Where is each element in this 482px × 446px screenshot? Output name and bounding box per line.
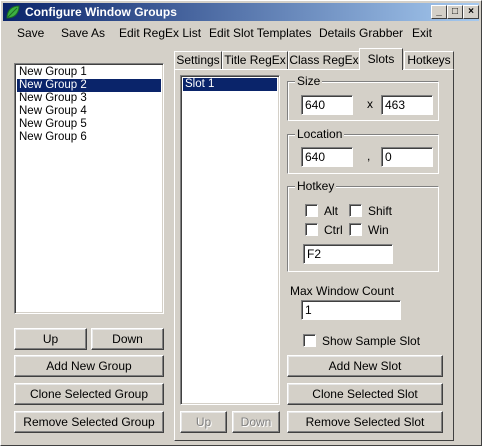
tab-class-regex[interactable]: Class RegEx	[288, 51, 360, 69]
size-height-input[interactable]: 463	[381, 95, 433, 115]
menu-edit-slot-templates[interactable]: Edit Slot Templates	[209, 26, 312, 40]
add-new-slot-button[interactable]: Add New Slot	[287, 355, 443, 377]
clone-selected-group-button[interactable]: Clone Selected Group	[14, 383, 164, 405]
location-x-input[interactable]: 640	[301, 147, 353, 167]
configure-window-groups-window: Configure Window Groups _ □ × Save Save …	[0, 0, 482, 446]
slot-down-label: Down	[240, 415, 272, 429]
remove-selected-group-label: Remove Selected Group	[23, 415, 155, 429]
group-up-label: Up	[42, 332, 59, 346]
size-width-input[interactable]: 640	[301, 95, 353, 115]
tab-class-regex-label: Class RegEx	[289, 53, 359, 67]
maximize-icon: □	[451, 6, 459, 17]
alt-checkbox[interactable]	[305, 204, 318, 217]
size-separator: x	[367, 97, 373, 111]
ctrl-label: Ctrl	[324, 223, 343, 237]
add-new-group-label: Add New Group	[46, 359, 132, 373]
group-list-item[interactable]: New Group 3	[17, 92, 161, 105]
tab-title-regex[interactable]: Title RegEx	[222, 51, 288, 69]
slot-up-label: Up	[195, 415, 212, 429]
slot-up-button[interactable]: Up	[180, 411, 227, 433]
win-checkbox[interactable]	[349, 223, 362, 236]
location-separator: ,	[367, 149, 371, 163]
max-window-count-label: Max Window Count	[290, 284, 395, 298]
group-list-item-selected[interactable]: New Group 2	[17, 79, 161, 92]
win-label: Win	[368, 223, 389, 237]
remove-selected-slot-button[interactable]: Remove Selected Slot	[287, 411, 443, 433]
group-list-item[interactable]: New Group 1	[17, 66, 161, 79]
title-bar[interactable]: Configure Window Groups _ □ ×	[3, 3, 479, 21]
minimize-button[interactable]: _	[431, 5, 447, 19]
remove-selected-group-button[interactable]: Remove Selected Group	[14, 411, 164, 433]
menu-save-as[interactable]: Save As	[61, 26, 105, 40]
menu-save[interactable]: Save	[17, 26, 44, 40]
clone-selected-slot-label: Clone Selected Slot	[312, 387, 418, 401]
tab-slots-label: Slots	[367, 52, 395, 66]
clone-selected-group-label: Clone Selected Group	[29, 387, 149, 401]
tab-hotkeys[interactable]: Hotkeys	[404, 51, 454, 69]
group-list[interactable]: New Group 1 New Group 2 New Group 3 New …	[14, 63, 164, 314]
menu-edit-regex-list[interactable]: Edit RegEx List	[119, 26, 201, 40]
minimize-icon: _	[436, 6, 442, 17]
close-button[interactable]: ×	[463, 5, 479, 19]
max-window-count-input[interactable]: 1	[301, 300, 401, 320]
group-up-button[interactable]: Up	[14, 328, 87, 350]
location-group-label: Location	[295, 127, 345, 141]
slot-list-item-selected[interactable]: Slot 1	[183, 78, 277, 91]
hotkey-input[interactable]: F2	[303, 244, 393, 264]
group-down-button[interactable]: Down	[91, 328, 164, 350]
tab-hotkeys-label: Hotkeys	[407, 53, 451, 67]
close-icon: ×	[468, 6, 474, 17]
maximize-button[interactable]: □	[447, 5, 463, 19]
size-group-label: Size	[295, 74, 323, 88]
clone-selected-slot-button[interactable]: Clone Selected Slot	[287, 383, 443, 405]
tab-slots[interactable]: Slots	[359, 48, 403, 70]
group-list-item[interactable]: New Group 5	[17, 118, 161, 131]
location-y-input[interactable]: 0	[381, 147, 433, 167]
tab-title-regex-label: Title RegEx	[224, 53, 286, 67]
slot-down-button[interactable]: Down	[232, 411, 280, 433]
shift-label: Shift	[368, 204, 393, 218]
group-down-label: Down	[112, 332, 143, 346]
window-title: Configure Window Groups	[25, 5, 177, 19]
show-sample-slot-label: Show Sample Slot	[322, 334, 421, 348]
group-list-item[interactable]: New Group 4	[17, 105, 161, 118]
menu-bar: Save Save As Edit RegEx List Edit Slot T…	[3, 23, 479, 43]
ctrl-checkbox[interactable]	[305, 223, 318, 236]
menu-details-grabber[interactable]: Details Grabber	[319, 26, 403, 40]
add-new-group-button[interactable]: Add New Group	[14, 355, 164, 377]
leaf-icon	[5, 4, 21, 20]
menu-exit[interactable]: Exit	[412, 26, 432, 40]
group-list-item[interactable]: New Group 6	[17, 131, 161, 144]
tab-settings-label: Settings	[176, 53, 220, 67]
hotkey-group-label: Hotkey	[295, 179, 337, 193]
slot-list[interactable]: Slot 1	[180, 75, 280, 405]
shift-checkbox[interactable]	[349, 204, 362, 217]
tab-settings[interactable]: Settings	[174, 51, 222, 69]
add-new-slot-label: Add New Slot	[328, 359, 402, 373]
remove-selected-slot-label: Remove Selected Slot	[305, 415, 425, 429]
alt-label: Alt	[324, 204, 339, 218]
show-sample-slot-checkbox[interactable]	[303, 334, 316, 347]
